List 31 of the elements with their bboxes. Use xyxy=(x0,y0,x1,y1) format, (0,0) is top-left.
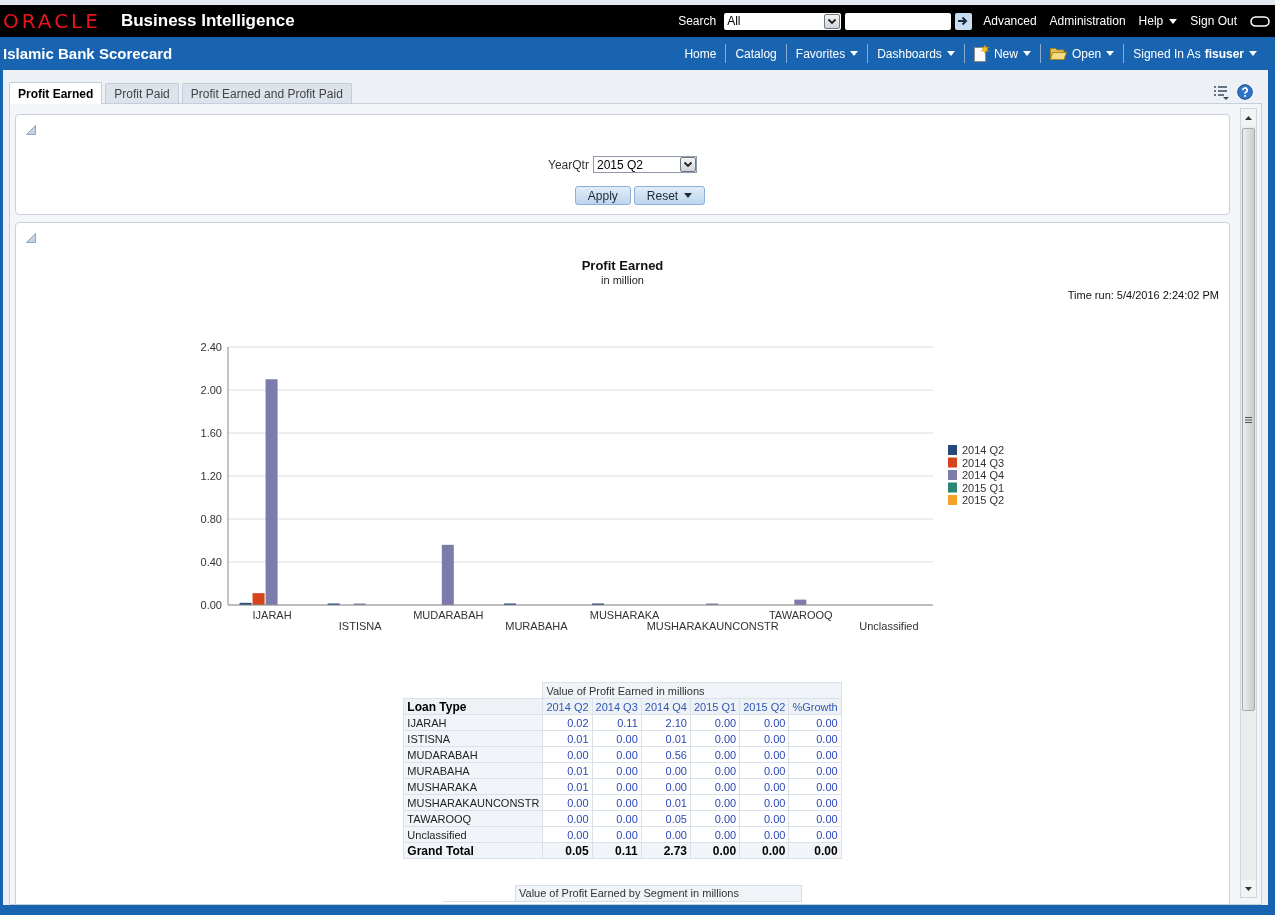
axis-label: TAWAROOQ xyxy=(768,609,833,621)
chart-title: Profit Earned xyxy=(581,258,664,274)
legend-label: 2014 Q3 xyxy=(962,456,1005,469)
search-label: Search xyxy=(678,14,717,28)
axis-label: MUSHARAKA xyxy=(589,609,660,621)
page-title: Islamic Bank Scorecard xyxy=(3,45,173,62)
axis-label: Unclassified xyxy=(859,620,919,632)
legend-label: 2015 Q1 xyxy=(962,481,1005,494)
column-group-header: Value of Profit Earned by Segment in millions xyxy=(515,885,802,901)
time-run-text: Time run: 5/4/2016 2:24:02 PM xyxy=(1067,289,1219,302)
product-title: Business Intelligence xyxy=(120,11,295,31)
chart-subtitle: in million xyxy=(601,274,644,286)
axis-label: 0.00 xyxy=(200,599,222,611)
axis-label: 1.60 xyxy=(200,427,222,439)
legend-label: 2015 Q2 xyxy=(962,494,1005,506)
axis-label: 0.40 xyxy=(200,556,222,568)
legend-label: 2014 Q4 xyxy=(962,469,1005,481)
axis-label: MUDARABAH xyxy=(413,609,484,621)
axis-label: 2.40 xyxy=(200,341,222,353)
column-header: Loan Type xyxy=(403,698,543,715)
prompt-label: YearQtr xyxy=(548,157,589,172)
axis-label: 1.20 xyxy=(200,470,222,482)
column-group-header: Value of Profit Earned in millions xyxy=(542,682,842,699)
axis-label: ISTISNA xyxy=(338,620,382,632)
axis-label: IJARAH xyxy=(252,609,292,621)
axis-label: 0.80 xyxy=(200,513,222,525)
axis-label: MURABAHA xyxy=(505,620,568,632)
logo-text: ORACLE xyxy=(3,11,101,31)
axis-label: 2.00 xyxy=(200,384,222,396)
legend-label: 2014 Q2 xyxy=(962,444,1005,456)
axis-label: MUSHARAKAUNCONSTR xyxy=(646,620,779,632)
